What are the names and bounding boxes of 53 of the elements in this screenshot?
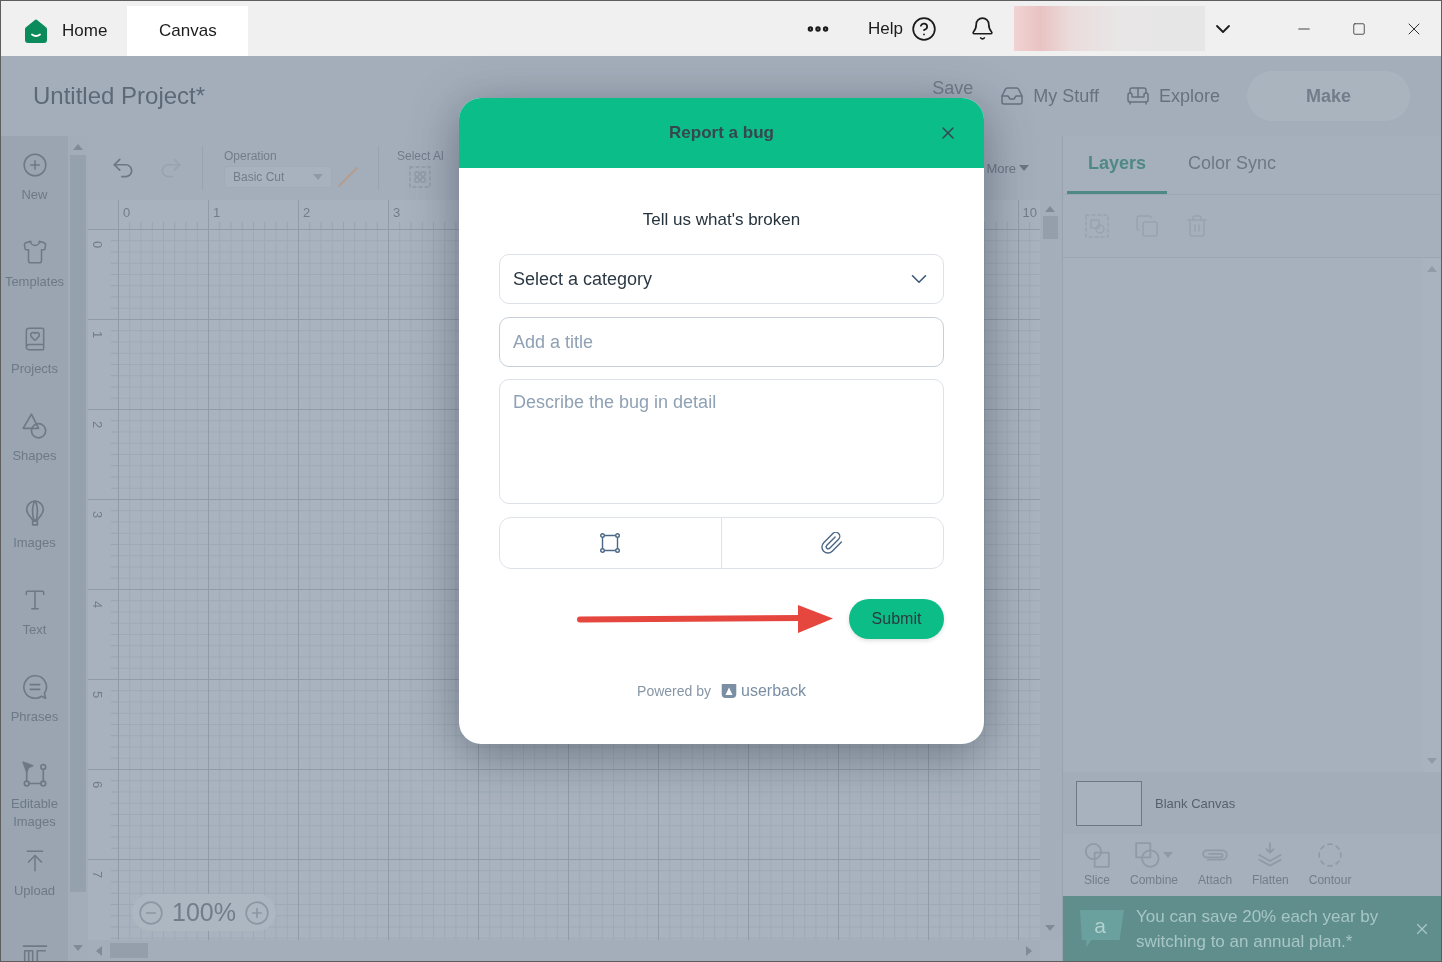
- scroll-up-icon[interactable]: [1427, 266, 1437, 272]
- canvas-thumbnail: [1076, 780, 1142, 826]
- submit-button[interactable]: Submit: [849, 599, 944, 639]
- inbox-icon: [1000, 84, 1025, 108]
- dialog-title: Report a bug: [669, 123, 774, 143]
- speech-bubble-icon: [21, 674, 48, 700]
- scroll-up-icon[interactable]: [1045, 206, 1055, 212]
- category-select[interactable]: Select a category: [499, 254, 944, 304]
- scroll-right-icon[interactable]: [1026, 945, 1032, 956]
- header-link[interactable]: My Stuff: [1000, 84, 1099, 108]
- zoom-level: 100%: [172, 898, 236, 927]
- combine-icon: [1135, 842, 1162, 868]
- scroll-down-icon[interactable]: [1045, 925, 1055, 931]
- scroll-left-icon[interactable]: [96, 945, 102, 956]
- paperclip-icon[interactable]: [821, 532, 844, 554]
- app-tab[interactable]: Home: [1, 6, 128, 56]
- description-field[interactable]: Describe the bug in detail: [499, 379, 944, 504]
- app-logo: a: [1080, 909, 1124, 948]
- logo-icon: [721, 683, 737, 699]
- brand-link[interactable]: userback: [721, 682, 806, 700]
- layer-name: Blank Canvas: [1155, 795, 1236, 811]
- dialog-prompt: Tell us what's broken: [641, 209, 802, 231]
- square-handles-icon[interactable]: [600, 533, 621, 553]
- monogram-icon[interactable]: [21, 945, 48, 961]
- panel-tab[interactable]: Color Sync: [1167, 136, 1298, 194]
- title-input[interactable]: Add a title: [499, 317, 944, 367]
- powered-by-text: Powered by: [637, 682, 711, 701]
- sofa-icon: [1125, 84, 1150, 108]
- panel-tab[interactable]: Layers: [1067, 136, 1168, 194]
- header-link[interactable]: Explore: [1125, 84, 1220, 108]
- scroll-down-icon[interactable]: [1427, 758, 1437, 764]
- scroll-up-icon[interactable]: [73, 144, 83, 150]
- diagonal-line-icon[interactable]: [337, 165, 359, 188]
- shapes-icon: [21, 413, 48, 439]
- caret-icon: [313, 173, 323, 180]
- help-icon: [911, 15, 937, 42]
- plus-circle-icon: [21, 152, 48, 178]
- scroll-down-icon[interactable]: [73, 945, 83, 951]
- promo-text: You can save 20% each year by switching to an annual plan.*: [1136, 905, 1380, 953]
- maximize-icon[interactable]: [1351, 21, 1366, 36]
- flatten-icon: [1257, 842, 1284, 868]
- project-title: Untitled Project*: [33, 82, 206, 110]
- bell-icon[interactable]: [970, 16, 995, 41]
- app-tab[interactable]: Canvas: [127, 6, 249, 56]
- help-button[interactable]: Help: [868, 15, 937, 42]
- dashed-select-icon[interactable]: [409, 165, 432, 188]
- caret-icon: [1019, 165, 1029, 171]
- house-icon: [24, 19, 48, 43]
- zoom-in-icon[interactable]: [243, 899, 270, 926]
- zoom-out-icon[interactable]: [138, 899, 164, 926]
- shirt-icon: [21, 239, 48, 265]
- node-edit-icon: [21, 761, 48, 787]
- slice-icon: [1084, 842, 1110, 868]
